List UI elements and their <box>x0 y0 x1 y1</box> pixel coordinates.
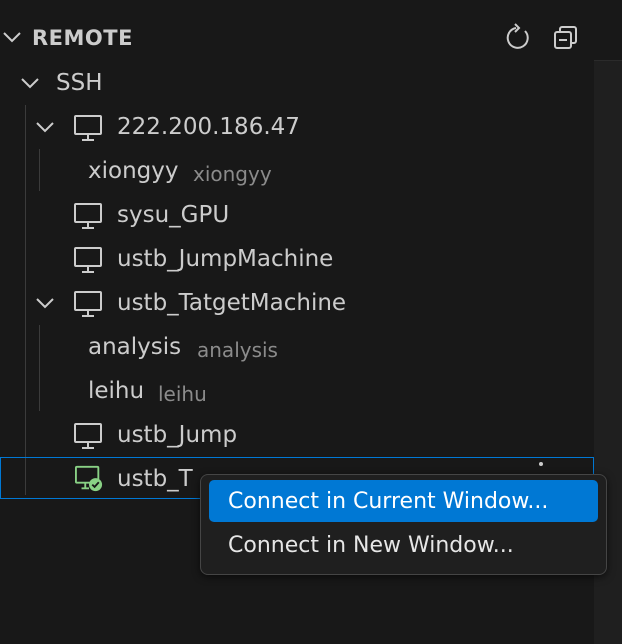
host-label: ustb_T <box>117 466 193 492</box>
refresh-icon[interactable] <box>501 22 533 54</box>
folder-description: leihu <box>158 382 207 406</box>
folder-label: xiongyy <box>88 158 179 184</box>
folder-label: leihu <box>88 378 145 404</box>
menu-item-connect-new-window[interactable]: Connect in New Window... <box>209 524 598 566</box>
chevron-down-icon[interactable] <box>35 296 55 310</box>
tree-item-host[interactable]: ustb_JumpMachine <box>0 237 594 281</box>
host-label: ustb_Jump <box>117 422 238 448</box>
group-label: SSH <box>56 70 103 96</box>
folder-description: xiongyy <box>193 162 272 186</box>
tree-group-ssh[interactable]: SSH <box>0 61 594 105</box>
host-label: ustb_JumpMachine <box>117 246 334 272</box>
section-header[interactable]: REMOTE <box>0 16 594 60</box>
tree-item-host[interactable]: 222.200.186.47 <box>0 105 594 149</box>
monitor-icon <box>74 203 102 229</box>
tree-item-folder[interactable]: xiongyy xiongyy <box>0 149 594 193</box>
folder-description: analysis <box>197 338 278 362</box>
editor-tab-strip <box>594 0 622 61</box>
tree-item-host[interactable]: ustb_TatgetMachine <box>0 281 594 325</box>
tree-item-host[interactable]: sysu_GPU <box>0 193 594 237</box>
menu-item-connect-current-window[interactable]: Connect in Current Window... <box>209 480 598 522</box>
monitor-icon <box>74 291 102 317</box>
more-actions-icon[interactable] <box>539 462 543 466</box>
section-title: REMOTE <box>32 26 133 50</box>
context-menu: Connect in Current Window... Connect in … <box>200 474 607 575</box>
tree-item-host[interactable]: ustb_Jump <box>0 413 594 457</box>
folder-label: analysis <box>88 334 182 360</box>
monitor-icon <box>74 247 102 273</box>
tree-item-folder[interactable]: analysis analysis <box>0 325 594 369</box>
tree-item-folder[interactable]: leihu leihu <box>0 369 594 413</box>
chevron-down-icon[interactable] <box>20 76 40 90</box>
monitor-icon <box>74 423 102 449</box>
host-label: 222.200.186.47 <box>117 114 300 140</box>
chevron-down-icon[interactable] <box>35 120 55 134</box>
host-label: sysu_GPU <box>117 202 230 228</box>
collapse-all-icon[interactable] <box>550 22 582 54</box>
menu-item-label: Connect in New Window... <box>228 533 514 558</box>
menu-item-label: Connect in Current Window... <box>228 489 549 514</box>
monitor-connected-icon <box>74 465 103 492</box>
monitor-icon <box>74 115 102 141</box>
chevron-down-icon[interactable] <box>2 30 22 44</box>
host-label: ustb_TatgetMachine <box>117 290 347 316</box>
